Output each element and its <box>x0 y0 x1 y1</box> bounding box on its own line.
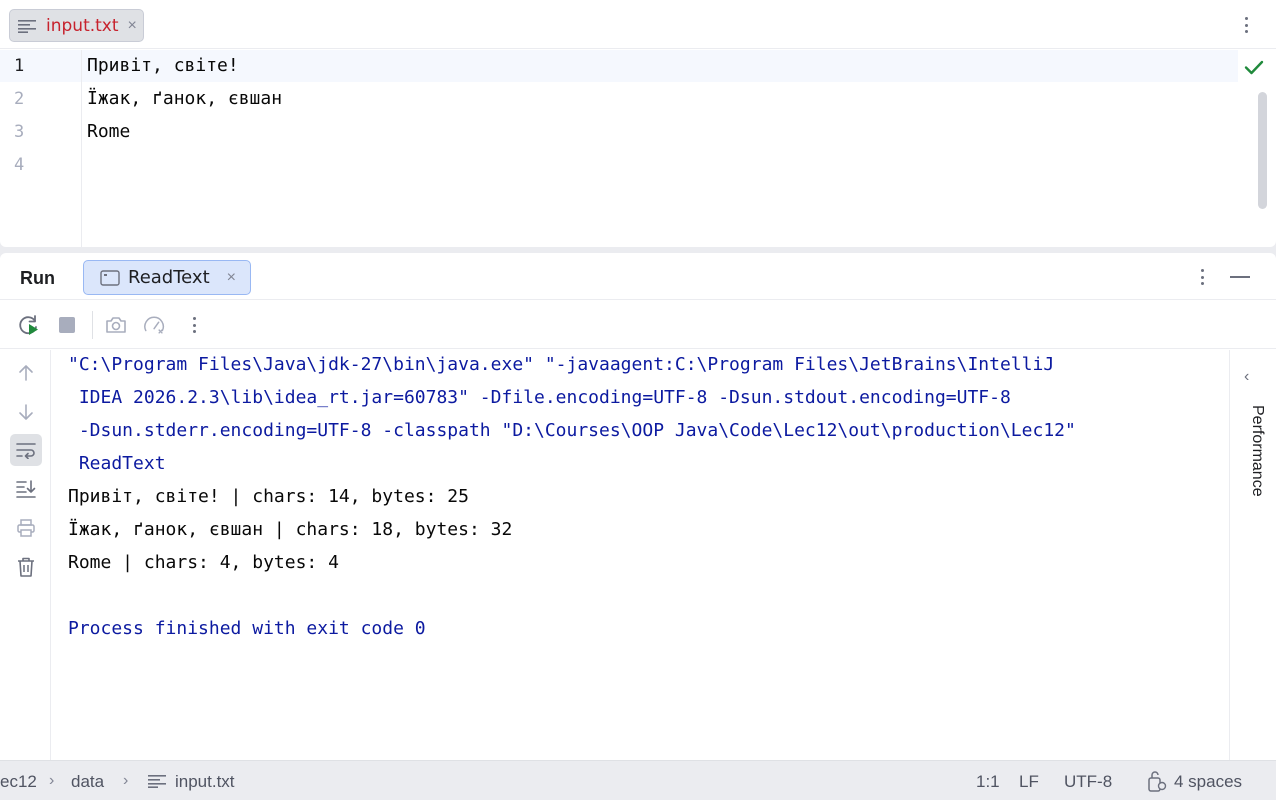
chevron-left-icon[interactable]: ‹ <box>1244 368 1249 386</box>
run-config-tab-readtext[interactable]: ReadText × <box>83 260 251 295</box>
file-encoding[interactable]: UTF-8 <box>1064 772 1112 792</box>
text-file-icon <box>18 19 36 33</box>
editor-pane: input.txt × 1 2 3 4 Привіт, світе! Їжак,… <box>0 0 1276 247</box>
console-line: Привіт, світе! | chars: 14, bytes: 25 <box>68 486 469 507</box>
breadcrumb-file[interactable]: input.txt <box>175 772 235 792</box>
caret-position[interactable]: 1:1 <box>976 772 1000 792</box>
arrow-up-icon[interactable] <box>10 357 42 389</box>
editor-tab-bar: input.txt × <box>0 0 1276 49</box>
performance-panel-toggle[interactable]: Performance <box>1248 405 1266 535</box>
breadcrumb-project[interactable]: ec12 <box>0 772 37 792</box>
arrow-down-icon[interactable] <box>10 396 42 428</box>
more-icon[interactable] <box>191 317 197 333</box>
line-number: 3 <box>14 122 25 142</box>
code-line: Їжак, ґанок, євшан <box>87 88 283 109</box>
text-file-icon <box>148 775 166 788</box>
stop-icon[interactable] <box>55 313 79 337</box>
console-line: "C:\Program Files\Java\jdk-27\bin\java.e… <box>68 354 1055 375</box>
trash-icon[interactable] <box>10 551 42 583</box>
code-area[interactable]: 1 2 3 4 Привіт, світе! Їжак, ґанок, євша… <box>0 50 1276 247</box>
close-tab-icon[interactable]: × <box>128 17 137 34</box>
console-line: ReadText <box>68 453 166 474</box>
run-title: Run <box>20 268 55 288</box>
line-number-gutter[interactable]: 1 2 3 4 <box>0 50 82 247</box>
exit-code-line: Process finished with exit code 0 <box>68 618 426 639</box>
console-output[interactable]: "C:\Program Files\Java\jdk-27\bin\java.e… <box>68 353 1218 753</box>
editor-tab-input-txt[interactable]: input.txt × <box>9 9 144 42</box>
code-line: Привіт, світе! <box>87 55 239 76</box>
console-line: Їжак, ґанок, євшан | chars: 18, bytes: 3… <box>68 519 513 540</box>
breadcrumb-folder[interactable]: data <box>71 772 104 792</box>
console-line: Rome | chars: 4, bytes: 4 <box>68 552 339 573</box>
print-icon[interactable] <box>10 512 42 544</box>
check-icon[interactable] <box>1244 59 1264 75</box>
close-tab-icon[interactable]: × <box>227 269 236 287</box>
run-header: Run ReadText × <box>0 253 1276 300</box>
indent-setting[interactable]: 4 spaces <box>1174 772 1242 792</box>
right-tool-strip: ‹ Performance <box>1229 350 1276 760</box>
editor-more-options-icon[interactable] <box>1243 17 1249 33</box>
run-more-options-icon[interactable] <box>1199 269 1205 285</box>
chevron-right-icon: › <box>123 772 129 789</box>
run-toolbar <box>0 301 1276 349</box>
minimize-icon[interactable] <box>1230 276 1250 278</box>
console-line: -Dsun.stderr.encoding=UTF-8 -classpath "… <box>68 420 1076 441</box>
run-config-tab-label: ReadText <box>128 267 210 288</box>
editor-scrollbar[interactable] <box>1258 92 1267 209</box>
line-separator[interactable]: LF <box>1019 772 1039 792</box>
status-bar: ec12 › data › input.txt 1:1 LF UTF-8 4 s… <box>0 760 1276 800</box>
soft-wrap-icon[interactable] <box>10 434 42 466</box>
code-line: Rome <box>87 121 131 142</box>
rerun-icon[interactable] <box>17 313 41 337</box>
console-side-toolbar <box>0 350 51 760</box>
console-window-icon <box>100 269 120 286</box>
line-number: 4 <box>14 155 25 175</box>
chevron-right-icon: › <box>49 772 55 789</box>
line-number: 1 <box>14 56 25 76</box>
scroll-to-end-icon[interactable] <box>10 473 42 505</box>
run-tool-window: Run ReadText × "C:\Program Files\Java\jd… <box>0 253 1276 760</box>
indent-settings-icon <box>1148 771 1167 792</box>
editor-tab-label: input.txt <box>46 15 119 36</box>
line-number: 2 <box>14 89 25 109</box>
toolbar-separator <box>92 311 93 339</box>
camera-icon[interactable] <box>104 313 128 337</box>
console-line: IDEA 2026.2.3\lib\idea_rt.jar=60783" -Df… <box>68 387 1011 408</box>
profiler-icon[interactable] <box>143 313 167 337</box>
